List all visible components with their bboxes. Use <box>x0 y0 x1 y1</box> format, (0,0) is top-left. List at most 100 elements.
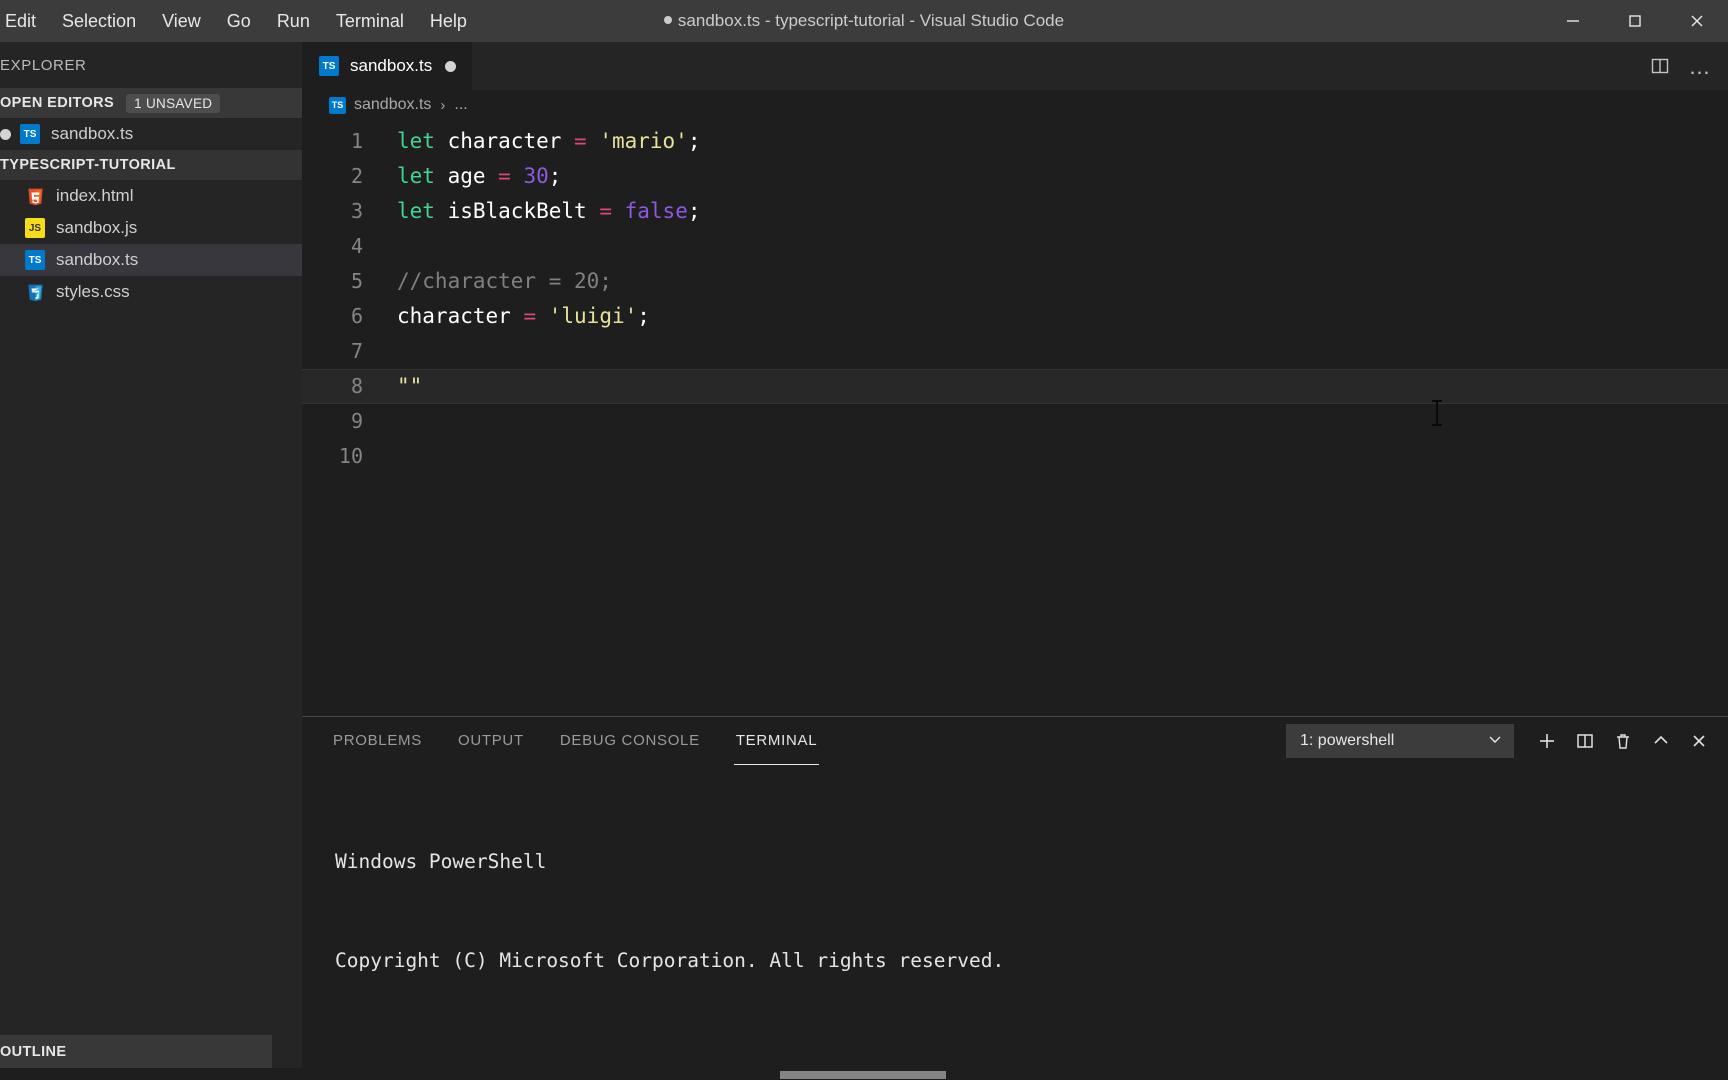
code-line[interactable]: 2 let age = 30; <box>302 159 1728 194</box>
typescript-file-icon: TS <box>319 56 339 76</box>
open-editors-label: OPEN EDITORS <box>0 95 115 111</box>
dirty-dot-icon <box>0 128 11 140</box>
file-item-index-html[interactable]: index.html <box>0 180 302 212</box>
open-editor-label: sandbox.ts <box>51 124 134 143</box>
code-line[interactable]: 1 let character = 'mario'; <box>302 124 1728 159</box>
terminal-line: Windows PowerShell <box>335 850 547 873</box>
breadcrumb-trailing[interactable]: ... <box>454 96 467 114</box>
code-line[interactable]: 3 let isBlackBelt = false; <box>302 194 1728 229</box>
breadcrumb-file[interactable]: sandbox.ts <box>354 96 431 114</box>
typescript-file-icon: TS <box>329 96 346 114</box>
window-controls <box>1542 0 1728 42</box>
menu-item-help[interactable]: Help <box>417 6 480 36</box>
kill-terminal-icon[interactable] <box>1604 722 1642 760</box>
outline-section-header[interactable]: OUTLINE <box>0 1035 272 1068</box>
code-line[interactable]: 9 <box>302 404 1728 439</box>
maximize-panel-icon[interactable] <box>1642 722 1680 760</box>
line-content: let age = 30; <box>397 164 562 188</box>
file-item-styles-css[interactable]: styles.css <box>0 276 302 308</box>
split-editor-icon[interactable] <box>1640 46 1680 86</box>
file-label: sandbox.js <box>56 218 138 237</box>
open-editors-header[interactable]: OPEN EDITORS 1 UNSAVED <box>0 88 302 118</box>
dirty-dot-icon[interactable] <box>445 60 457 72</box>
menu-item-run[interactable]: Run <box>264 6 323 36</box>
menu-item-edit[interactable]: Edit <box>0 6 49 36</box>
file-item-sandbox-ts[interactable]: TS sandbox.ts <box>0 244 302 276</box>
close-panel-icon[interactable] <box>1680 722 1718 760</box>
minimize-button[interactable] <box>1542 0 1604 42</box>
workspace-folder-header[interactable]: TYPESCRIPT-TUTORIAL <box>0 150 302 180</box>
title-bar: Edit Selection View Go Run Terminal Help… <box>0 0 1728 42</box>
code-line[interactable]: 5 //character = 20; <box>302 264 1728 299</box>
code-editor[interactable]: 1 let character = 'mario'; 2 let age = 3… <box>302 120 1728 474</box>
panel-tab-problems[interactable]: PROBLEMS <box>331 717 424 765</box>
line-content: //character = 20; <box>397 269 612 293</box>
line-number: 7 <box>350 339 363 363</box>
unsaved-badge: 1 UNSAVED <box>126 93 221 113</box>
code-line-active[interactable]: 8 "" <box>302 369 1728 404</box>
outline-label: OUTLINE <box>0 1043 67 1060</box>
line-number: 9 <box>350 409 363 433</box>
file-label: sandbox.ts <box>56 250 139 269</box>
line-content: let character = 'mario'; <box>397 129 701 153</box>
code-line[interactable]: 7 <box>302 334 1728 369</box>
line-content: "" <box>397 374 423 398</box>
terminal-line: Copyright (C) Microsoft Corporation. All… <box>335 949 1005 972</box>
code-line[interactable]: 6 character = 'luigi'; <box>302 299 1728 334</box>
menu-item-go[interactable]: Go <box>214 6 264 36</box>
menu-item-terminal[interactable]: Terminal <box>323 6 417 36</box>
line-number: 8 <box>350 374 363 398</box>
file-label: styles.css <box>56 282 130 301</box>
file-label: index.html <box>56 186 134 205</box>
window-title-text: sandbox.ts - typescript-tutorial - Visua… <box>677 11 1065 30</box>
new-terminal-icon[interactable] <box>1528 722 1566 760</box>
panel-tab-output[interactable]: OUTPUT <box>456 717 526 765</box>
panel-tab-terminal[interactable]: TERMINAL <box>733 717 820 765</box>
line-number: 1 <box>350 129 363 153</box>
code-line[interactable]: 10 <box>302 439 1728 474</box>
editor-tab-bar: TS sandbox.ts … <box>302 42 1728 90</box>
unsaved-dot-icon <box>663 15 672 24</box>
workspace-folder-label: TYPESCRIPT-TUTORIAL <box>0 157 176 173</box>
panel-tab-debug-console[interactable]: DEBUG CONSOLE <box>558 717 702 765</box>
file-item-sandbox-js[interactable]: JS sandbox.js <box>0 212 302 244</box>
terminal-selector-value: 1: powershell <box>1300 732 1395 749</box>
close-button[interactable] <box>1666 0 1728 42</box>
line-number: 2 <box>350 164 363 188</box>
typescript-file-icon: TS <box>20 124 40 144</box>
more-actions-glyph: … <box>1688 53 1712 79</box>
line-number: 6 <box>350 304 363 328</box>
chevron-down-icon <box>1487 731 1503 752</box>
breadcrumb: TS sandbox.ts › ... <box>302 90 1728 120</box>
editor-tab-sandbox-ts[interactable]: TS sandbox.ts <box>302 42 474 90</box>
terminal-output[interactable]: Windows PowerShell Copyright (C) Microso… <box>302 765 1728 1080</box>
typescript-file-icon: TS <box>25 250 45 270</box>
explorer-title: EXPLORER <box>0 57 87 74</box>
split-terminal-icon[interactable] <box>1566 722 1604 760</box>
line-content: character = 'luigi'; <box>397 304 650 328</box>
maximize-button[interactable] <box>1604 0 1666 42</box>
breadcrumb-separator-icon: › <box>440 96 446 114</box>
explorer-sidebar: EXPLORER OPEN EDITORS 1 UNSAVED TS sandb… <box>0 42 302 1080</box>
mouse-text-cursor <box>1432 400 1442 426</box>
menu-item-view[interactable]: View <box>149 6 214 36</box>
bottom-panel: PROBLEMS OUTPUT DEBUG CONSOLE TERMINAL 1… <box>302 716 1728 1080</box>
code-line[interactable]: 4 <box>302 229 1728 264</box>
line-number: 4 <box>350 234 363 258</box>
menu-item-selection[interactable]: Selection <box>49 6 149 36</box>
more-actions-icon[interactable]: … <box>1680 46 1720 86</box>
html-file-icon <box>25 186 45 206</box>
panel-actions: 1: powershell <box>1286 717 1718 765</box>
bottom-scrollbar[interactable] <box>0 1068 1728 1080</box>
panel-tab-bar: PROBLEMS OUTPUT DEBUG CONSOLE TERMINAL 1… <box>302 717 1728 765</box>
line-number: 5 <box>350 269 363 293</box>
editor-tab-actions: … <box>1640 42 1720 90</box>
line-number: 10 <box>338 444 363 468</box>
line-number: 3 <box>350 199 363 223</box>
bottom-scrollbar-thumb[interactable] <box>780 1071 946 1079</box>
open-editor-item-sandbox-ts[interactable]: TS sandbox.ts <box>0 118 302 150</box>
menu-bar: Edit Selection View Go Run Terminal Help <box>0 0 480 42</box>
vscode-window: Edit Selection View Go Run Terminal Help… <box>0 0 1728 1080</box>
terminal-selector-dropdown[interactable]: 1: powershell <box>1286 724 1514 758</box>
editor-area: TS sandbox.ts … TS sandbox.ts › ... 1 le… <box>302 42 1728 716</box>
